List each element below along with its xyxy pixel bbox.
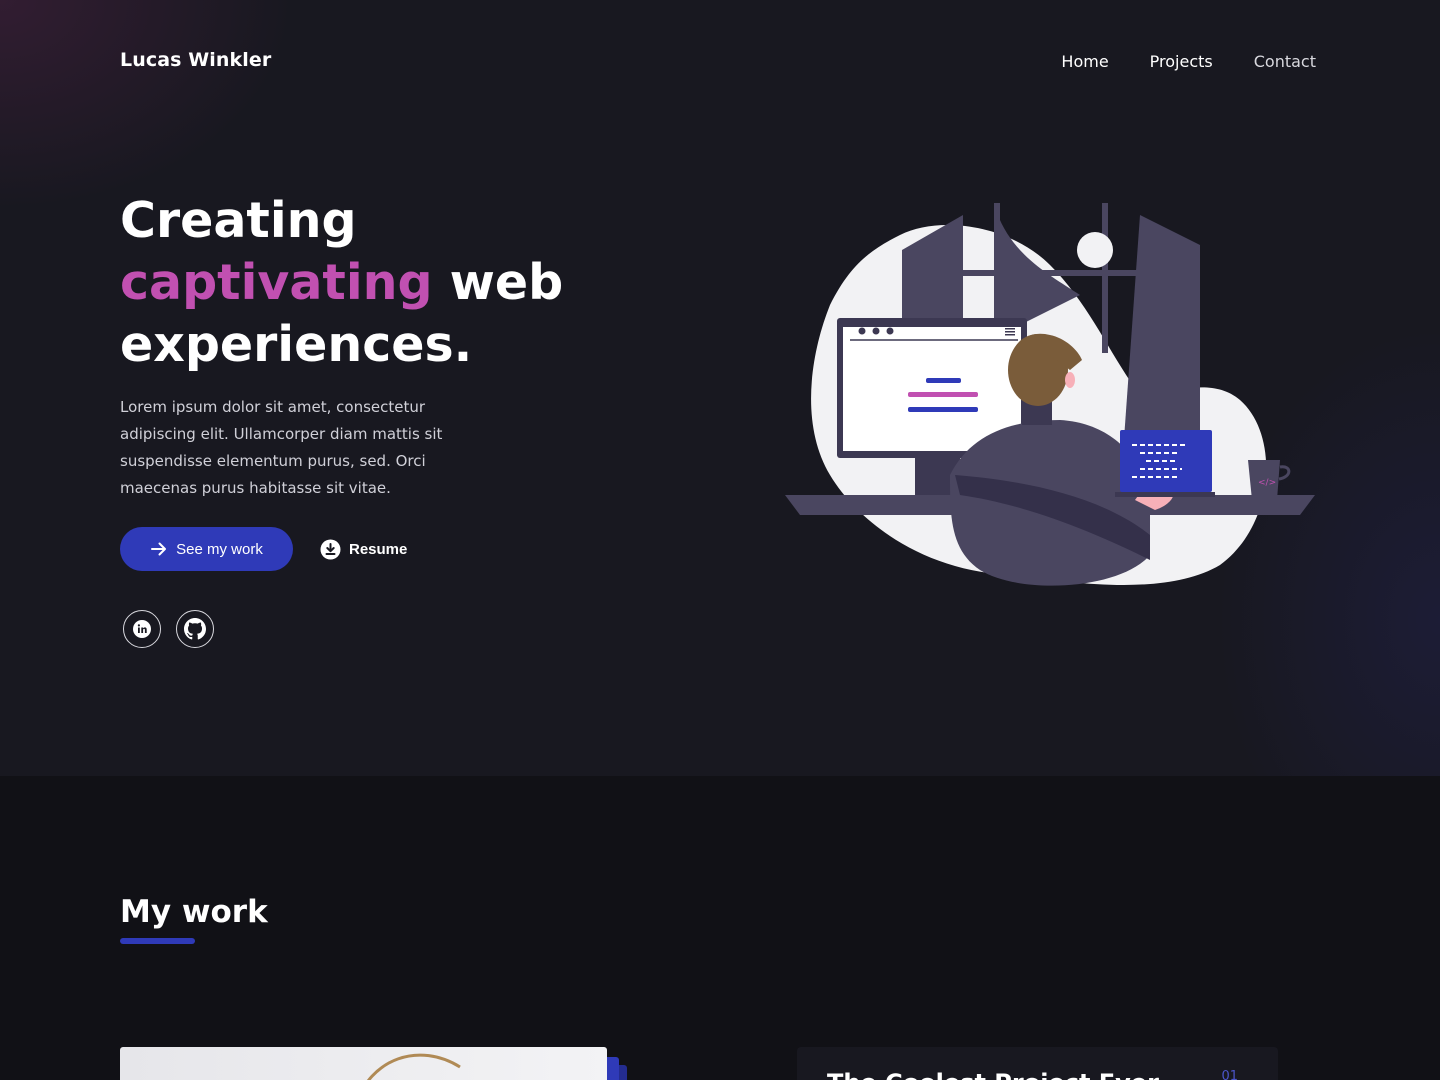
work-section: My work The Coolest Project Ever 01 <box>0 776 1440 1080</box>
moon-circle <box>1077 232 1113 268</box>
mug-handle <box>1278 465 1291 481</box>
project-image-stack-2 <box>619 1065 627 1080</box>
screen-line-blue-2 <box>908 407 978 412</box>
download-icon <box>320 539 341 559</box>
linkedin-icon <box>133 620 151 638</box>
resume-label: Resume <box>349 540 408 558</box>
project-card[interactable]: The Coolest Project Ever 01 <box>797 1047 1278 1080</box>
project-title: The Coolest Project Ever <box>827 1069 1159 1080</box>
window-bar-vertical-2 <box>1102 203 1108 353</box>
nav-contact-link[interactable]: Contact <box>1254 52 1316 71</box>
person-ear <box>1065 372 1075 388</box>
headline-word-creating: Creating <box>120 192 357 249</box>
arrow-right-icon <box>151 542 167 556</box>
work-title: My work <box>120 894 268 930</box>
headline-word-web: web <box>449 254 564 311</box>
nav-home-link[interactable]: Home <box>1061 52 1108 71</box>
screen-line-blue <box>926 378 961 383</box>
window-bar-horizontal <box>963 270 1138 276</box>
see-my-work-button[interactable]: See my work <box>120 527 293 571</box>
project-image-arc <box>367 1053 461 1080</box>
nav-projects-link[interactable]: Projects <box>1150 52 1213 71</box>
screen-line-pink <box>908 392 978 397</box>
linkedin-link[interactable] <box>123 610 161 648</box>
developer-illustration: </> <box>785 203 1315 586</box>
hero-description: Lorem ipsum dolor sit amet, consectetur … <box>120 398 443 497</box>
mug-code-glyph: </> <box>1258 478 1276 488</box>
github-icon <box>184 618 206 640</box>
github-link[interactable] <box>176 610 214 648</box>
laptop-base <box>1115 492 1215 497</box>
headline-accent-word: captivating <box>120 254 433 311</box>
hero-section: Lucas Winkler Home Projects Contact Crea… <box>0 0 1440 776</box>
main-nav: Home Projects Contact <box>1020 52 1316 71</box>
headline-word-experiences: experiences. <box>120 316 473 373</box>
project-image-stack <box>607 1057 619 1080</box>
project-number: 01 <box>1221 1069 1238 1080</box>
work-title-underline <box>120 938 195 944</box>
hero-headline: Creating captivating web experiences. <box>120 190 680 376</box>
brand-logo[interactable]: Lucas Winkler <box>120 49 271 71</box>
see-my-work-label: See my work <box>176 540 263 558</box>
resume-button[interactable]: Resume <box>320 535 407 563</box>
